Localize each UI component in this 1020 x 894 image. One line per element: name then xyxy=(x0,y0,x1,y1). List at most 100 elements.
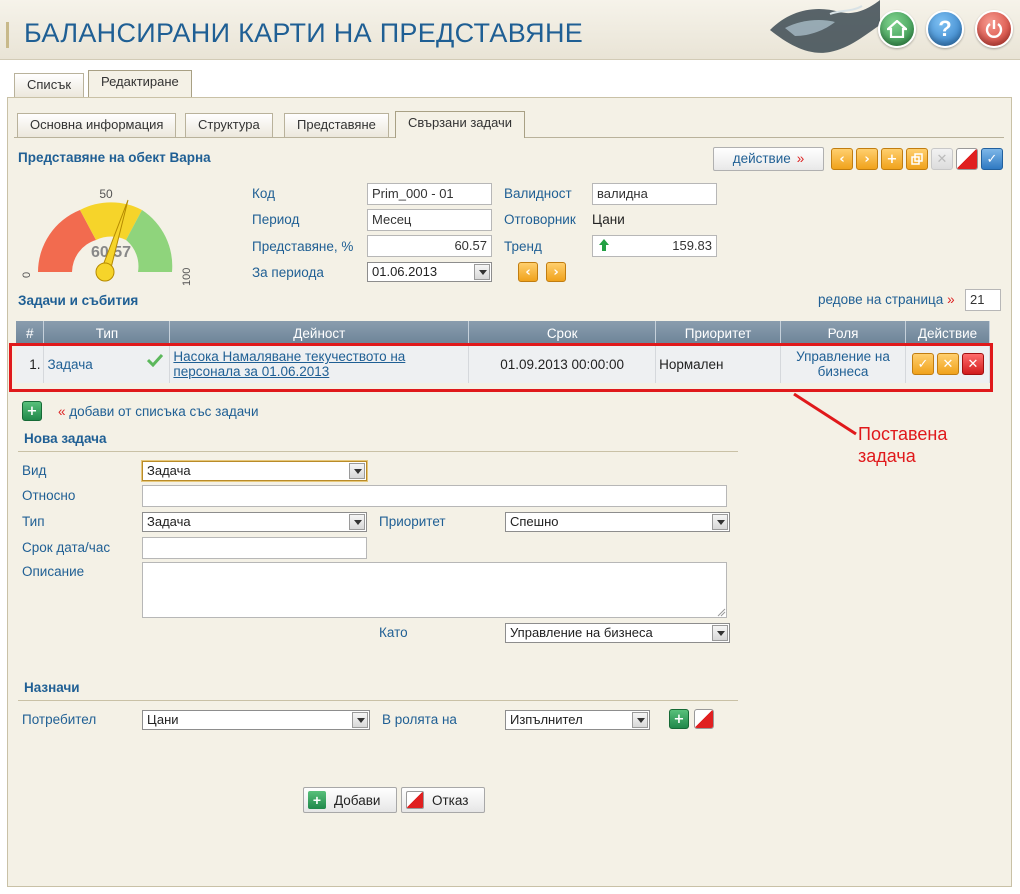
next-icon[interactable]: › xyxy=(856,148,878,170)
perf-field[interactable]: 60.57 xyxy=(367,235,492,257)
perf-label: Представяне, % xyxy=(252,239,354,254)
chevron-down-icon xyxy=(632,712,648,728)
col-priority[interactable]: Приоритет xyxy=(655,321,782,345)
period-next-icon[interactable]: › xyxy=(546,262,566,282)
for-period-value: 01.06.2013 xyxy=(372,264,438,279)
gauge-min-label: 0 xyxy=(21,272,33,278)
for-period-select[interactable]: 01.06.2013 xyxy=(367,262,492,282)
role-label: В ролята на xyxy=(382,712,457,727)
resize-handle-icon[interactable] xyxy=(716,606,726,621)
period-field[interactable]: Месец xyxy=(367,209,492,231)
type-select[interactable]: Задача xyxy=(142,512,367,532)
trend-label: Тренд xyxy=(504,239,542,254)
cancel-icon[interactable] xyxy=(956,148,978,170)
cancel-button[interactable]: Отказ xyxy=(401,787,485,813)
add-icon[interactable]: + xyxy=(881,148,903,170)
col-deadline[interactable]: Срок xyxy=(468,321,657,345)
as-label: Като xyxy=(379,625,408,640)
copy-icon[interactable] xyxy=(906,148,928,170)
add-task-icon[interactable]: + xyxy=(22,401,42,421)
rows-per-page-input[interactable]: 21 xyxy=(965,289,1001,311)
col-type[interactable]: Тип xyxy=(43,321,171,345)
add-button[interactable]: + Добави xyxy=(303,787,397,813)
chevron-down-icon xyxy=(352,712,368,728)
owner-label: Отговорник xyxy=(504,212,576,227)
save-icon[interactable]: ✓ xyxy=(981,148,1003,170)
user-value: Цани xyxy=(147,712,179,727)
relative-label: Относно xyxy=(22,488,76,503)
add-button-label: Добави xyxy=(334,792,381,808)
action-button[interactable]: действие » xyxy=(713,147,824,171)
rows-per-page-arrow: » xyxy=(947,292,955,307)
chevron-down-icon xyxy=(712,514,728,530)
priority-select[interactable]: Спешно xyxy=(505,512,730,532)
col-activity[interactable]: Дейност xyxy=(169,321,470,345)
as-select[interactable]: Управление на бизнеса xyxy=(505,623,730,643)
add-from-list-text: добави от списъка със задачи xyxy=(69,404,259,419)
role-select[interactable]: Изпълнител xyxy=(505,710,650,730)
user-select[interactable]: Цани xyxy=(142,710,370,730)
add-from-list-link[interactable]: « добави от списъка със задачи xyxy=(58,404,259,419)
kind-value: Задача xyxy=(147,463,191,478)
home-icon[interactable] xyxy=(878,10,916,48)
assign-title: Назначи xyxy=(24,680,80,695)
tab-structure[interactable]: Структура xyxy=(185,113,273,137)
as-value: Управление на бизнеса xyxy=(510,625,653,640)
tab-related-tasks[interactable]: Свързани задачи xyxy=(395,111,526,138)
role-value: Изпълнител xyxy=(510,712,583,727)
owner-value: Цани xyxy=(592,212,625,227)
period-prev-icon[interactable]: ‹ xyxy=(518,262,538,282)
chevron-down-icon xyxy=(712,625,728,641)
code-field[interactable]: Prim_000 - 01 xyxy=(367,183,492,205)
deadline-label: Срок дата/час xyxy=(22,540,111,555)
delete-icon[interactable]: ✕ xyxy=(931,148,953,170)
user-label: Потребител xyxy=(22,712,97,727)
rows-per-page-text: редове на страница xyxy=(818,292,944,307)
validity-label: Валидност xyxy=(504,186,572,201)
trend-field[interactable]: 159.83 xyxy=(592,235,717,257)
callout-text: Поставена задача xyxy=(858,424,948,466)
gauge-max-label: 100 xyxy=(181,268,193,286)
col-action[interactable]: Действие xyxy=(905,321,991,345)
plus-icon: + xyxy=(308,791,326,809)
new-task-title: Нова задача xyxy=(24,431,107,446)
assign-separator xyxy=(18,700,738,701)
assign-add-icon[interactable]: + xyxy=(669,709,689,729)
tasks-table-header: # Тип Дейност Срок Приоритет Роля Действ… xyxy=(16,321,991,345)
object-title: Представяне на обект Варна xyxy=(18,150,211,165)
description-textarea[interactable] xyxy=(142,562,727,618)
priority-label: Приоритет xyxy=(379,514,446,529)
period-label: Период xyxy=(252,212,300,227)
prev-icon[interactable]: ‹ xyxy=(831,148,853,170)
arrow-up-icon xyxy=(598,238,610,255)
tab-list[interactable]: Списък xyxy=(14,73,85,97)
code-label: Код xyxy=(252,186,275,201)
relative-field[interactable] xyxy=(142,485,727,507)
gauge-mid-label: 50 xyxy=(99,187,113,201)
tab-performance[interactable]: Представяне xyxy=(284,113,389,137)
cancel-button-label: Отказ xyxy=(432,792,469,808)
action-button-label: действие xyxy=(732,151,791,166)
help-icon: ? xyxy=(938,16,952,41)
col-num[interactable]: # xyxy=(16,321,45,345)
assign-clear-icon[interactable] xyxy=(694,709,714,729)
kind-select[interactable]: Задача xyxy=(142,461,367,481)
description-label: Описание xyxy=(22,564,85,579)
new-task-separator xyxy=(18,451,738,452)
add-from-list-arrow: « xyxy=(58,404,66,419)
bird-logo-icon xyxy=(770,0,880,58)
chevron-down-icon xyxy=(349,514,365,530)
chevron-down-icon xyxy=(349,463,365,479)
col-role[interactable]: Роля xyxy=(780,321,906,345)
kind-label: Вид xyxy=(22,463,47,478)
tab-edit[interactable]: Редактиране xyxy=(88,70,192,97)
deadline-field[interactable] xyxy=(142,537,367,559)
header-accent xyxy=(6,22,9,48)
type-label: Тип xyxy=(22,514,45,529)
validity-field[interactable]: валидна xyxy=(592,183,717,205)
trend-value: 159.83 xyxy=(672,238,712,253)
type-value: Задача xyxy=(147,514,191,529)
tab-basic-info[interactable]: Основна информация xyxy=(17,113,177,137)
power-icon[interactable] xyxy=(975,10,1013,48)
help-button[interactable]: ? xyxy=(926,10,964,48)
